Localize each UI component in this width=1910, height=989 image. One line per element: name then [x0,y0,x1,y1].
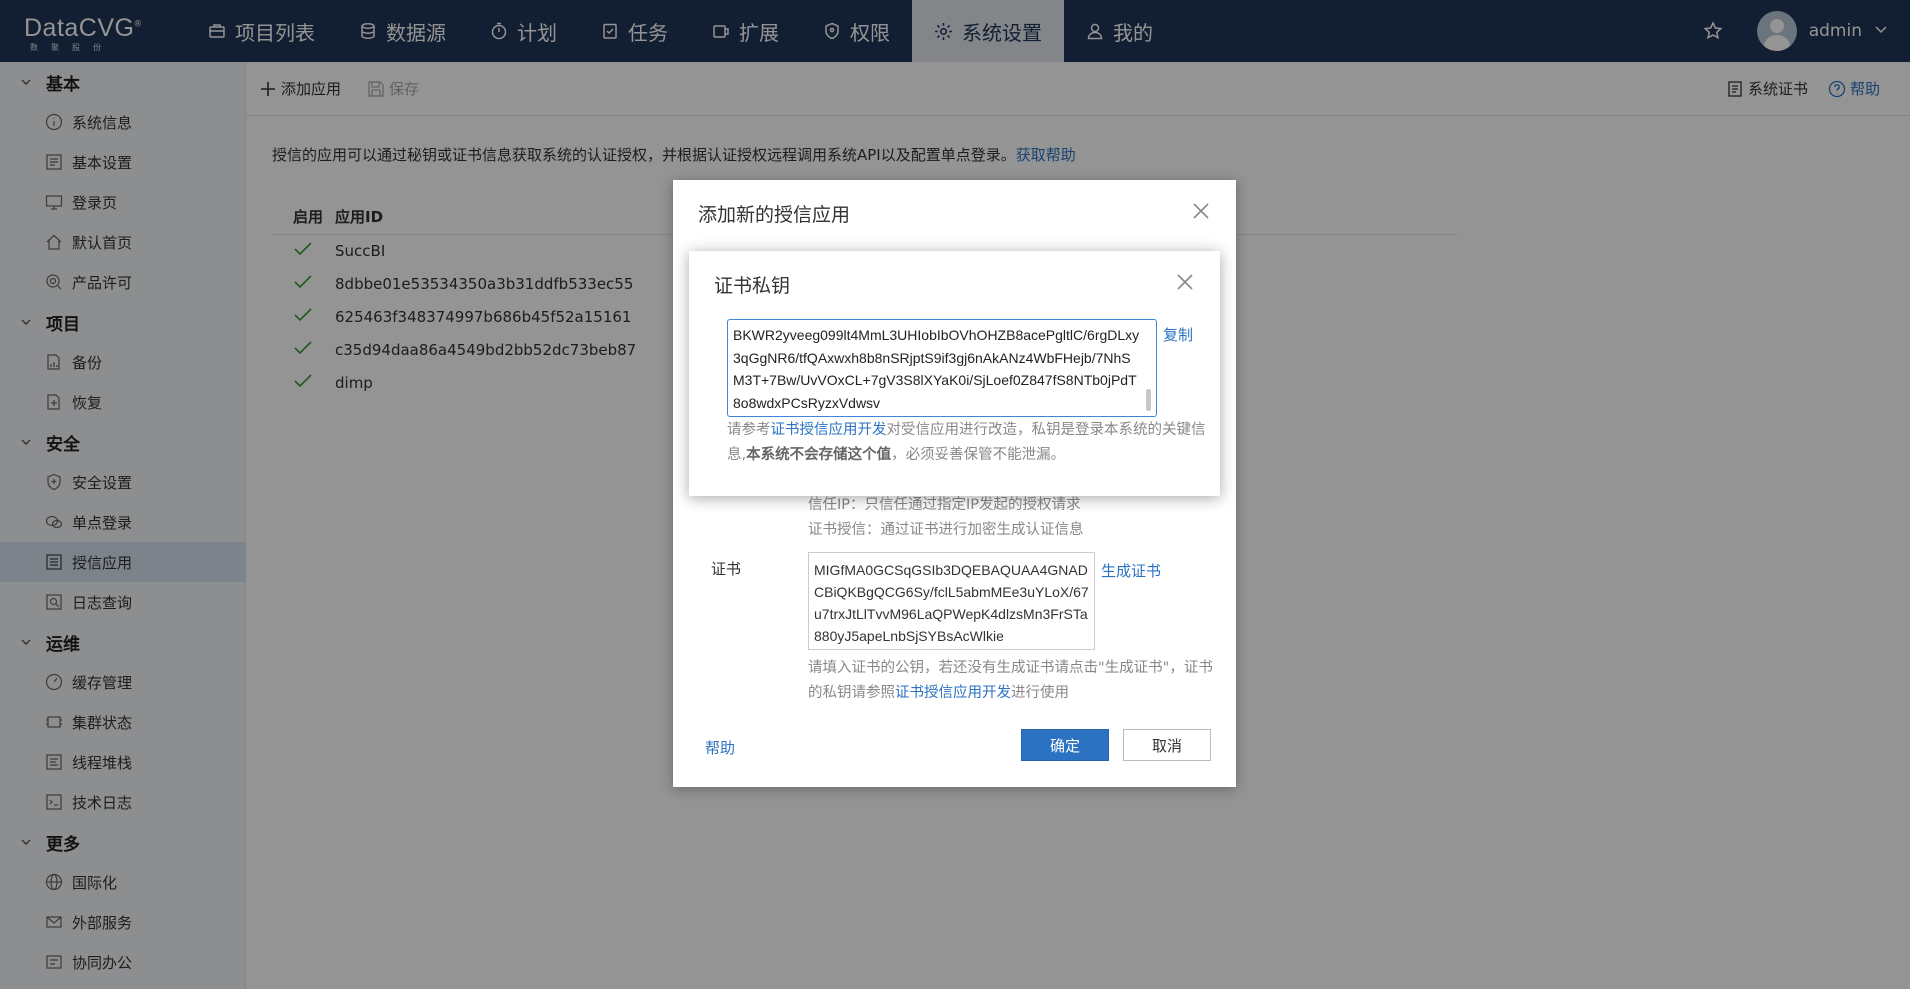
cert-public-key-textarea[interactable]: MIGfMA0GCSqGSIb3DQEBAQUAA4GNADCBiQKBgQCG… [808,552,1095,650]
generate-cert-link[interactable]: 生成证书 [1101,560,1161,581]
textarea-scrollbar[interactable] [1146,389,1151,411]
close-icon[interactable] [1176,273,1194,295]
trusted-ip-hint: 信任IP：只信任通过指定IP发起的授权请求 [808,497,1081,513]
cert-label: 证书 [711,560,742,578]
cert-dev-link[interactable]: 证书授信应用开发 [771,422,887,438]
dialog-title: 添加新的授信应用 [698,204,851,226]
cert-dev-link[interactable]: 证书授信应用开发 [895,685,1011,701]
cancel-button[interactable]: 取消 [1123,729,1211,761]
dialog-help-link[interactable]: 帮助 [705,737,735,758]
ok-button[interactable]: 确定 [1021,729,1109,761]
copy-link[interactable]: 复制 [1163,324,1193,345]
private-key-textarea[interactable]: BKWR2yveeg099lt4MmL3UHIobIbOVhOHZB8acePg… [727,319,1157,417]
close-icon[interactable] [1192,202,1210,224]
dialog-title: 证书私钥 [714,275,791,297]
cert-private-key-dialog: 证书私钥 BKWR2yveeg099lt4MmL3UHIobIbOVhOHZB8… [689,251,1220,496]
private-key-hint: 请参考证书授信应用开发对受信应用进行改造，私钥是登录本系统的关键信息,本系统不会… [727,422,1206,463]
cert-hint: 请填入证书的公钥，若还没有生成证书请点击"生成证书"，证书的私钥请参照证书授信应… [808,660,1213,701]
cert-auth-hint: 证书授信：通过证书进行加密生成认证信息 [808,522,1084,538]
